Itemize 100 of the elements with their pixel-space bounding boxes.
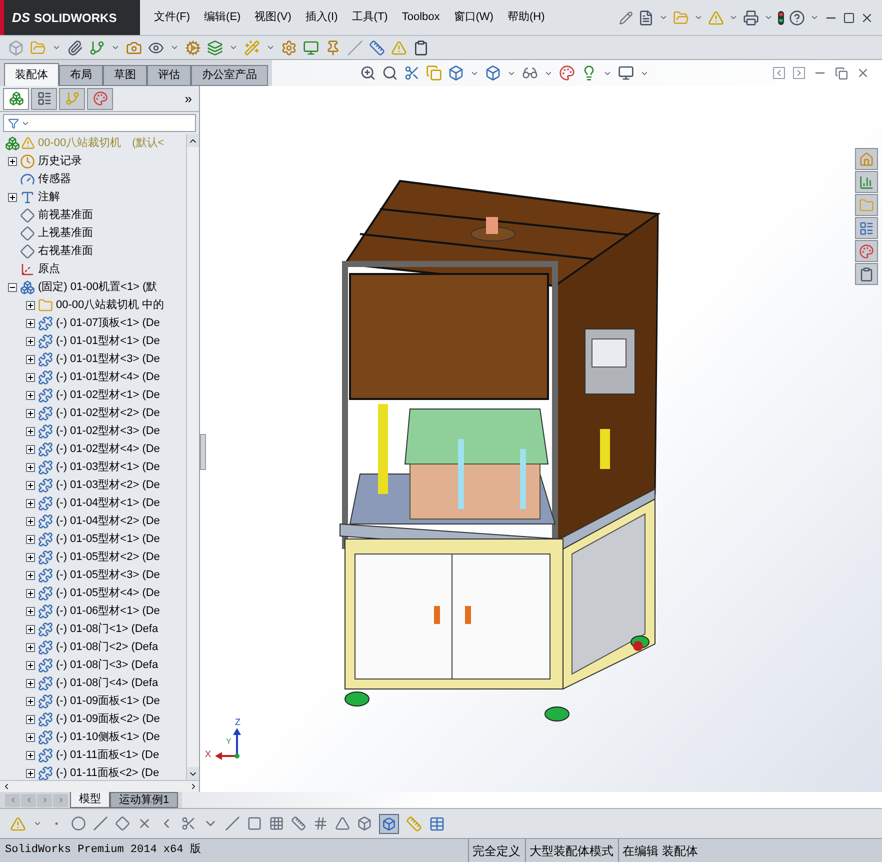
tree-item[interactable]: 上视基准面 [38,224,93,242]
ruler-icon[interactable] [369,40,385,56]
filter-field[interactable] [3,114,196,132]
help-icon[interactable] [789,10,805,26]
graphics-viewport[interactable]: Z X Y [200,86,882,792]
expand-toggle[interactable] [26,498,34,508]
tree-item[interactable]: (-) 01-05型材<1> (De [56,530,160,548]
panel-collapse-handle[interactable] [200,434,206,470]
expand-toggle[interactable] [26,552,34,562]
dropdown-caret-icon[interactable] [810,13,819,22]
line-icon[interactable] [93,816,108,831]
expand-toggle[interactable] [26,732,34,742]
expand-toggle[interactable] [26,318,34,328]
expand-toggle[interactable] [26,480,34,490]
tree-item[interactable]: 00-00八站裁切机 中的 [56,296,164,314]
maximize-icon[interactable] [843,12,855,24]
wireframe-cube-icon[interactable] [357,816,372,831]
tree-item[interactable]: (-) 01-05型材<4> (De [56,584,160,602]
cross-icon[interactable] [137,816,152,831]
expand-toggle[interactable] [26,354,34,364]
expand-toggle[interactable] [26,624,34,634]
dropdown-caret-icon[interactable] [229,43,238,52]
new-file-icon[interactable] [638,10,654,26]
tree-item[interactable]: (-) 01-06型材<1> (De [56,602,160,620]
clipboard-icon[interactable] [855,263,878,285]
menu-item[interactable]: Toolbox [400,9,442,26]
zoom-icon[interactable] [360,65,376,81]
tree-item[interactable]: (-) 01-04型材<1> (De [56,494,160,512]
glasses-icon[interactable] [522,65,538,81]
expand-toggle[interactable] [26,714,34,724]
expand-toggle[interactable] [26,516,34,526]
menu-item[interactable]: 帮助(H) [505,9,547,26]
command-tab[interactable]: 办公室产品 [191,65,268,86]
traffic-light-icon[interactable] [778,10,784,24]
expand-toggle[interactable] [26,372,34,382]
expand-toggle[interactable] [26,426,34,436]
expand-toggle[interactable] [26,768,34,778]
command-tab[interactable]: 布局 [59,65,103,86]
dropdown-caret-icon[interactable] [694,13,703,22]
tree-item[interactable]: (-) 01-04型材<2> (De [56,512,160,530]
scissors-icon[interactable] [404,65,420,81]
tree-item[interactable]: (-) 01-08门<2> (Defa [56,638,158,656]
tree-item[interactable]: (-) 01-08门<3> (Defa [56,656,158,674]
tree-item[interactable]: (-) 01-11面板<2> (De [56,764,160,780]
dropdown-caret-icon[interactable] [266,43,275,52]
dropdown-caret-icon[interactable] [111,43,120,52]
tree-item[interactable]: 传感器 [38,170,71,188]
menu-item[interactable]: 插入(I) [303,9,340,26]
tree-item[interactable]: (-) 01-01型材<3> (De [56,350,160,368]
expand-toggle[interactable] [26,300,34,310]
angle-triangle-icon[interactable] [335,816,350,831]
document-tab[interactable]: 模型 [70,792,110,808]
tree-item[interactable]: (-) 01-03型材<1> (De [56,458,160,476]
tree-item[interactable]: (-) 01-10侧板<1> (De [56,728,160,746]
tree-item[interactable]: (-) 01-03型材<2> (De [56,476,160,494]
grid-icon[interactable] [313,816,328,831]
command-tab[interactable]: 装配体 [4,63,59,86]
expand-toggle[interactable] [26,462,34,472]
expand-toggle[interactable] [26,588,34,598]
table-icon[interactable] [429,816,445,832]
collapse-toggle[interactable] [8,282,16,292]
tree-item[interactable]: (-) 01-08门<4> (Defa [56,674,158,692]
expand-toggle[interactable] [26,678,34,688]
expand-toggle[interactable] [26,660,34,670]
dropdown-caret-icon[interactable] [170,43,179,52]
restore-icon[interactable] [835,66,848,80]
dropdown-caret-icon[interactable] [764,13,773,22]
layers-icon[interactable] [207,40,223,56]
tree-item[interactable]: 历史记录 [38,152,82,170]
gear-icon[interactable] [185,40,201,56]
monitor-icon[interactable] [618,65,634,81]
menu-item[interactable]: 工具(T) [350,9,390,26]
horizontal-scrollbar[interactable] [0,780,199,792]
dropdown-caret-icon[interactable] [52,43,61,52]
close-icon[interactable] [856,66,870,80]
shaded-cube-button[interactable] [379,814,399,834]
menu-item[interactable]: 编辑(E) [202,9,243,26]
tree-item[interactable]: (-) 01-07顶板<1> (De [56,314,160,332]
expand-toggle[interactable] [26,444,34,454]
expand-toggle[interactable] [26,336,34,346]
print-icon[interactable] [743,10,759,26]
tree-item[interactable]: (-) 01-05型材<2> (De [56,548,160,566]
expand-toggle[interactable] [8,192,16,202]
tree-item[interactable]: (-) 01-02型材<2> (De [56,404,160,422]
expand-toggle[interactable] [8,156,16,166]
expand-toggle[interactable] [26,408,34,418]
tree-item[interactable]: (-) 01-05型材<3> (De [56,566,160,584]
tree-item[interactable]: (-) 01-02型材<4> (De [56,440,160,458]
paperclip-icon[interactable] [67,40,83,56]
tree-item[interactable]: 原点 [38,260,60,278]
expand-toggle[interactable] [26,750,34,760]
tile-right-icon[interactable] [793,67,805,79]
document-tab[interactable]: 运动算例1 [110,792,178,808]
expand-toggle[interactable] [26,642,34,652]
diamond-icon[interactable] [115,816,130,831]
monitor-icon[interactable] [303,40,319,56]
tree-item[interactable]: 注解 [38,188,60,206]
tree-item[interactable]: (固定) 01-00机置<1> (默 [38,278,158,296]
clipboard-icon[interactable] [413,40,429,56]
menu-item[interactable]: 视图(V) [252,9,294,26]
